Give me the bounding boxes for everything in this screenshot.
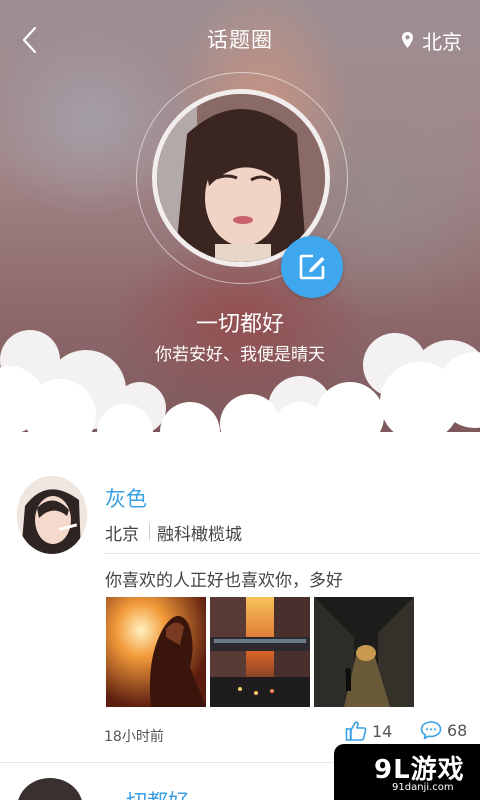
- location-label: 北京: [422, 29, 462, 54]
- profile-header: 话题圈 北京 一切都好 你若安好、我便是晴天: [0, 0, 480, 462]
- edit-icon: [299, 254, 325, 280]
- post-card: 灰色 北京 融科橄榄城 你喜欢的人正好也喜欢你，多好 18小时前 14 68: [0, 462, 480, 762]
- comment-bubble-icon: [420, 721, 442, 740]
- location-button[interactable]: 北京: [401, 25, 462, 55]
- location-pin-icon: [402, 32, 413, 48]
- post-username[interactable]: 灰色: [105, 483, 147, 513]
- watermark-logo-text: 9L游戏: [374, 755, 465, 785]
- thumbs-up-icon: [345, 721, 367, 741]
- watermark-url: 91danji.com: [392, 782, 454, 793]
- post-photo-alley-night[interactable]: [314, 597, 414, 707]
- comment-count: 68: [447, 720, 468, 740]
- post-time: 18小时前: [104, 729, 164, 745]
- cloud-decoration: [0, 330, 480, 462]
- avatar[interactable]: [17, 476, 87, 554]
- like-count: 14: [372, 721, 393, 741]
- post-photo-city-street[interactable]: [210, 597, 310, 707]
- next-post-avatar[interactable]: [17, 778, 83, 800]
- top-bar: 话题圈 北京: [0, 0, 480, 78]
- edit-profile-button[interactable]: [281, 236, 343, 298]
- post-text: 你喜欢的人正好也喜欢你，多好: [105, 571, 343, 591]
- meta-divider: [149, 523, 150, 540]
- next-post-username[interactable]: 一切都好: [105, 786, 189, 800]
- post-city: 北京: [105, 525, 139, 545]
- comment-button[interactable]: 68: [420, 720, 467, 740]
- divider: [105, 553, 480, 554]
- post-location: 融科橄榄城: [157, 525, 242, 545]
- like-button[interactable]: 14: [345, 720, 392, 742]
- post-photo-sunset-girl[interactable]: [106, 597, 206, 707]
